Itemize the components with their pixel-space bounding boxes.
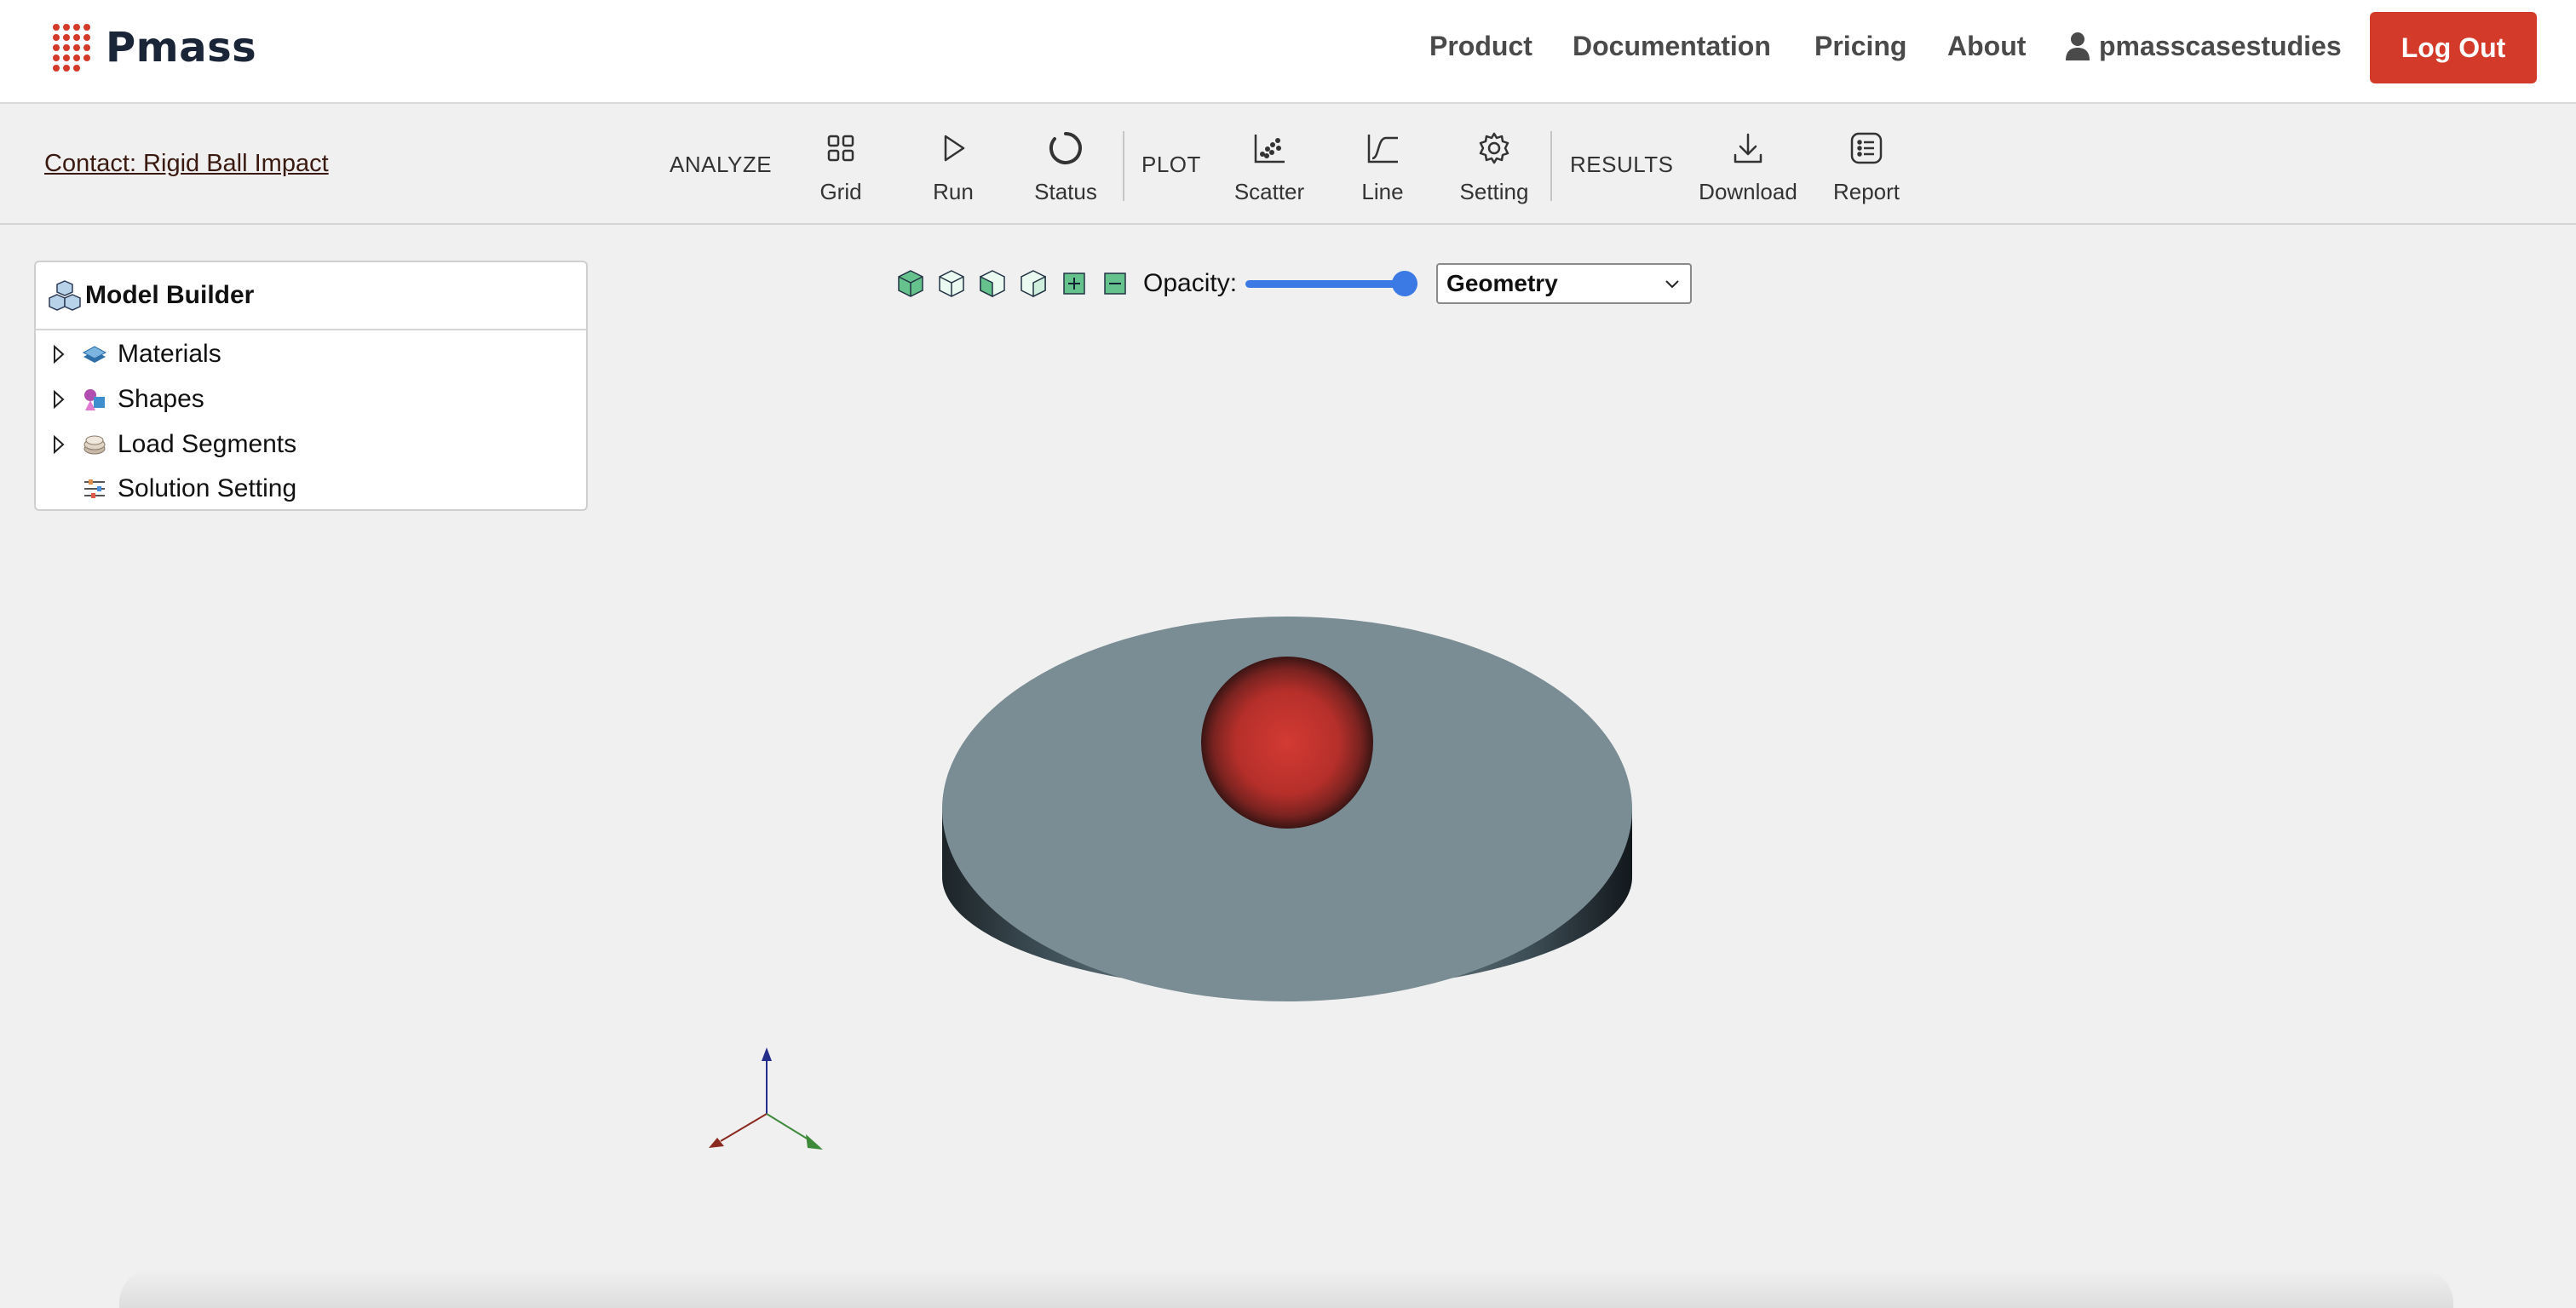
- tree-item-label: Shapes: [118, 385, 204, 413]
- analysis-toolbar: Contact: Rigid Ball Impact ANALYZE Grid …: [0, 106, 2576, 225]
- analyze-section-label: ANALYZE: [670, 152, 773, 177]
- user-icon: [2066, 32, 2090, 60]
- top-navbar: Pmass Product Documentation Pricing Abou…: [0, 0, 2576, 104]
- setting-button[interactable]: Setting: [1443, 124, 1545, 209]
- brand-name: Pmass: [106, 24, 257, 72]
- view-iso-wire-icon[interactable]: [935, 267, 968, 300]
- report-list-icon: [1850, 132, 1883, 164]
- viewer-controls: Opacity: Geometry: [894, 263, 1693, 304]
- tree-item-load-segments[interactable]: Load Segments: [36, 422, 296, 467]
- page-bottom-shadow: [119, 1269, 2453, 1308]
- shapes-icon: [84, 389, 105, 410]
- grid-button[interactable]: Grid: [790, 124, 892, 209]
- scatter-label: Scatter: [1233, 179, 1305, 204]
- chevron-down-icon: [1665, 280, 1679, 289]
- play-icon: [944, 135, 965, 162]
- opacity-slider-thumb[interactable]: [1392, 271, 1418, 296]
- nav-product-link[interactable]: Product: [1429, 31, 1532, 62]
- axes-triad-icon: [709, 1047, 823, 1150]
- model-3d-viewport[interactable]: [929, 596, 1661, 1090]
- line-plot-icon: [1367, 135, 1398, 164]
- zoom-out-icon[interactable]: [1099, 267, 1131, 300]
- display-mode-select[interactable]: Geometry: [1436, 263, 1693, 304]
- report-button[interactable]: Report: [1815, 124, 1918, 209]
- run-label: Run: [933, 179, 974, 204]
- tree-item-label: Solution Setting: [118, 474, 297, 502]
- nav-about-link[interactable]: About: [1947, 31, 2026, 62]
- tree-item-materials[interactable]: Materials: [36, 332, 221, 376]
- display-mode-value: Geometry: [1446, 270, 1558, 296]
- tree-item-label: Materials: [118, 340, 221, 368]
- opacity-slider[interactable]: [1245, 271, 1418, 296]
- model-builder-panel: Model Builder Materials Shapes Load Segm…: [34, 261, 588, 511]
- download-icon: [1734, 133, 1762, 164]
- line-label: Line: [1361, 179, 1404, 204]
- model-builder-header: Model Builder: [36, 262, 586, 330]
- solution-setting-icon: [84, 479, 105, 498]
- setting-label: Setting: [1459, 179, 1529, 204]
- view-side-icon[interactable]: [1017, 267, 1049, 300]
- download-label: Download: [1699, 179, 1797, 204]
- rigid-ball: [1201, 657, 1373, 829]
- view-iso-solid-icon[interactable]: [894, 267, 927, 300]
- tree-item-solution-setting[interactable]: Solution Setting: [36, 467, 296, 511]
- view-front-icon[interactable]: [976, 267, 1009, 300]
- grid-icon: [827, 135, 854, 162]
- toolbar-divider: [1123, 131, 1124, 201]
- zoom-in-icon[interactable]: [1058, 267, 1090, 300]
- chevron-right-icon[interactable]: [48, 343, 70, 365]
- chevron-right-icon[interactable]: [48, 433, 70, 456]
- tree-item-label: Load Segments: [118, 430, 297, 458]
- toolbar-divider: [1550, 131, 1552, 201]
- scatter-plot-icon: [1254, 135, 1285, 164]
- brand-logo[interactable]: Pmass: [51, 22, 256, 73]
- gear-icon: [1479, 132, 1509, 164]
- nav-documentation-link[interactable]: Documentation: [1573, 31, 1771, 62]
- run-button[interactable]: Run: [902, 124, 1004, 209]
- model-builder-cubes-icon: [49, 280, 81, 311]
- materials-icon: [82, 346, 107, 363]
- scatter-button[interactable]: Scatter: [1218, 124, 1320, 209]
- chevron-right-icon[interactable]: [48, 388, 70, 410]
- grid-label: Grid: [819, 179, 862, 204]
- results-section-label: RESULTS: [1570, 152, 1674, 177]
- user-account-link[interactable]: pmasscasestudies: [2099, 31, 2342, 62]
- nav-pricing-link[interactable]: Pricing: [1814, 31, 1906, 62]
- load-segments-icon: [83, 435, 106, 455]
- report-label: Report: [1832, 179, 1900, 204]
- status-button[interactable]: Status: [1015, 124, 1117, 209]
- case-title-link[interactable]: Contact: Rigid Ball Impact: [44, 150, 329, 178]
- status-label: Status: [1034, 179, 1097, 204]
- logo-dots-icon: [53, 24, 90, 72]
- model-builder-title: Model Builder: [85, 281, 255, 309]
- status-spinner-icon: [1049, 132, 1082, 164]
- plot-section-label: PLOT: [1141, 152, 1201, 177]
- opacity-label: Opacity:: [1143, 269, 1238, 297]
- download-button[interactable]: Download: [1697, 124, 1799, 209]
- logout-button[interactable]: Log Out: [2370, 12, 2537, 83]
- tree-item-shapes[interactable]: Shapes: [36, 377, 204, 422]
- line-button[interactable]: Line: [1331, 124, 1434, 209]
